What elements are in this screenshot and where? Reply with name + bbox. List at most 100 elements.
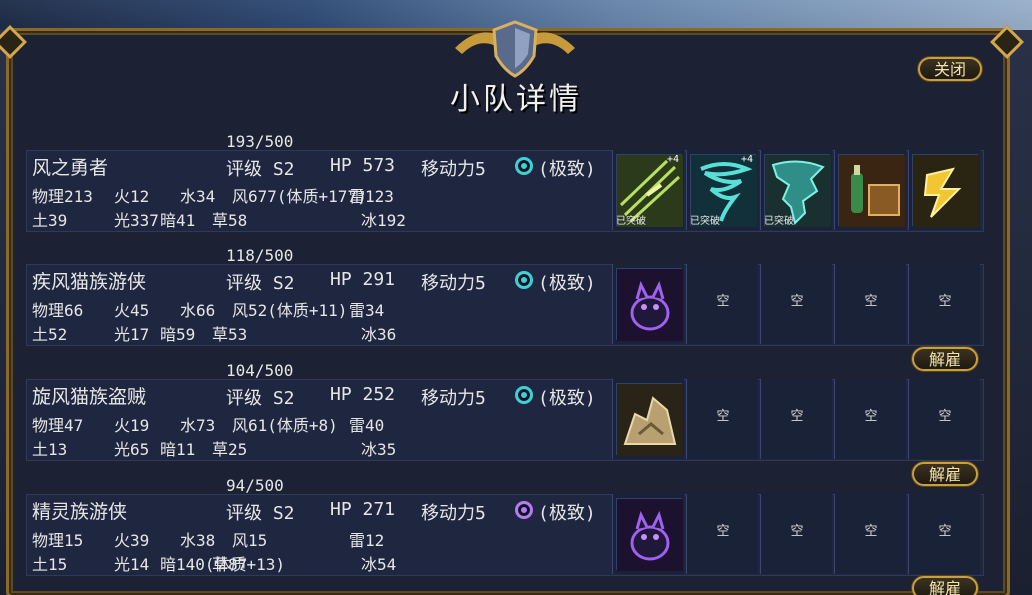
equipment-slot[interactable]	[834, 150, 906, 230]
stat-value: 风52(体质+11)	[232, 301, 348, 320]
stat-value: 光14	[114, 555, 150, 574]
empty-slot[interactable]: 空	[908, 264, 980, 344]
member-count: 193/500	[226, 132, 294, 151]
stat-value: 草25	[212, 440, 248, 459]
stat-value: 草58	[212, 211, 248, 230]
empty-slot[interactable]: 空	[908, 379, 980, 459]
empty-slot-label: 空	[790, 409, 804, 424]
shadow-cat-icon	[616, 268, 683, 341]
stat-value: 雷123	[349, 187, 394, 206]
empty-slot[interactable]: 空	[686, 264, 758, 344]
stat-value: 水73	[180, 416, 216, 435]
rock-pile-icon	[616, 383, 683, 456]
release-button[interactable]: 解雇	[912, 347, 978, 371]
broken-tag: 已突破	[616, 216, 646, 227]
stat-value: 物理15	[32, 531, 84, 550]
member-move: 移动力5	[421, 388, 486, 409]
member-name: 精灵族游侠	[32, 501, 128, 523]
stat-value: 暗11	[160, 440, 196, 459]
empty-slot-label: 空	[790, 294, 804, 309]
empty-slot-label: 空	[864, 524, 878, 539]
member-hp: HP 252	[330, 384, 396, 405]
equipment-slot[interactable]	[612, 494, 684, 574]
empty-slot-label: 空	[716, 409, 730, 424]
stat-value: 暗41	[160, 211, 196, 230]
empty-slot-label: 空	[716, 524, 730, 539]
empty-slot-label: 空	[938, 409, 952, 424]
shadow-cat-icon	[616, 498, 683, 571]
stat-value: 物理213	[32, 187, 93, 206]
equipment-slot[interactable]	[908, 150, 980, 230]
stat-value: 火45	[114, 301, 150, 320]
member-name: 旋风猫族盗贼	[32, 386, 147, 408]
stat-value: 水66	[180, 301, 216, 320]
stat-value: 土39	[32, 211, 68, 230]
member-count: 118/500	[226, 246, 294, 265]
stat-value: 光17	[114, 325, 150, 344]
potion-chest-icon	[838, 154, 905, 227]
member-rating: 评级 S2	[226, 159, 295, 180]
member-count: 94/500	[226, 476, 284, 495]
stat-value: 光337	[114, 211, 159, 230]
equipment-slot[interactable]	[612, 379, 684, 459]
empty-slot[interactable]: 空	[834, 379, 906, 459]
release-button[interactable]: 解雇	[912, 576, 978, 595]
empty-slot[interactable]: 空	[834, 264, 906, 344]
member-move: 移动力5	[421, 503, 486, 524]
element-swirl-icon	[515, 157, 533, 175]
release-button[interactable]: 解雇	[912, 462, 978, 486]
empty-slot[interactable]: 空	[760, 379, 832, 459]
stat-value: 冰54	[361, 555, 397, 574]
empty-slot-label: 空	[864, 409, 878, 424]
stat-value: 土13	[32, 440, 68, 459]
page-title: 小队详情	[450, 82, 582, 117]
stat-value: 物理47	[32, 416, 84, 435]
stat-value: 风677(体质+177)	[232, 187, 367, 206]
member-hp: HP 573	[330, 155, 396, 176]
member-rating: 评级 S2	[226, 503, 295, 524]
member-move: 移动力5	[421, 273, 486, 294]
stat-value: 土15	[32, 555, 68, 574]
member-rating: 评级 S2	[226, 388, 295, 409]
empty-slot[interactable]: 空	[686, 379, 758, 459]
member-level: (极致)	[538, 273, 596, 294]
game-scene: 小队详情 关闭 193/500 风之勇者 评级 S2 HP 573 移动力5 (极致) 物理…	[0, 0, 1032, 595]
member-level: (极致)	[538, 388, 596, 409]
stat-value: 水38	[180, 531, 216, 550]
empty-slot[interactable]: 空	[760, 264, 832, 344]
member-name: 风之勇者	[32, 157, 109, 179]
equipment-slot[interactable]: +4 已突破	[612, 150, 684, 230]
empty-slot[interactable]: 空	[908, 494, 980, 574]
lightning-runner-icon	[912, 154, 979, 227]
empty-slot-label: 空	[716, 294, 730, 309]
stat-value: 雷12	[349, 531, 385, 550]
stat-value: 暗59	[160, 325, 196, 344]
empty-slot[interactable]: 空	[834, 494, 906, 574]
empty-slot[interactable]: 空	[686, 494, 758, 574]
stat-value: 雷34	[349, 301, 385, 320]
stat-value: 草87	[212, 555, 248, 574]
broken-tag: 已突破	[764, 216, 794, 227]
plus-badge: +4	[666, 154, 679, 165]
stat-value: 冰192	[361, 211, 406, 230]
empty-slot-label: 空	[938, 524, 952, 539]
stat-value: 光65	[114, 440, 150, 459]
equipment-slot[interactable]	[612, 264, 684, 344]
member-name: 疾风猫族游侠	[32, 271, 147, 293]
close-button[interactable]: 关闭	[918, 57, 982, 81]
stat-value: 火12	[114, 187, 150, 206]
member-level: (极致)	[538, 503, 596, 524]
stat-value: 冰35	[361, 440, 397, 459]
member-hp: HP 271	[330, 499, 396, 520]
stat-value: 水34	[180, 187, 216, 206]
stat-value: 草53	[212, 325, 248, 344]
stat-value: 冰36	[361, 325, 397, 344]
member-move: 移动力5	[421, 159, 486, 180]
broken-tag: 已突破	[690, 216, 720, 227]
element-swirl-icon	[515, 386, 533, 404]
equipment-slot[interactable]: +4 已突破	[686, 150, 758, 230]
empty-slot-label: 空	[938, 294, 952, 309]
empty-slot[interactable]: 空	[760, 494, 832, 574]
equipment-slot[interactable]: 已突破	[760, 150, 832, 230]
stat-value: 火39	[114, 531, 150, 550]
